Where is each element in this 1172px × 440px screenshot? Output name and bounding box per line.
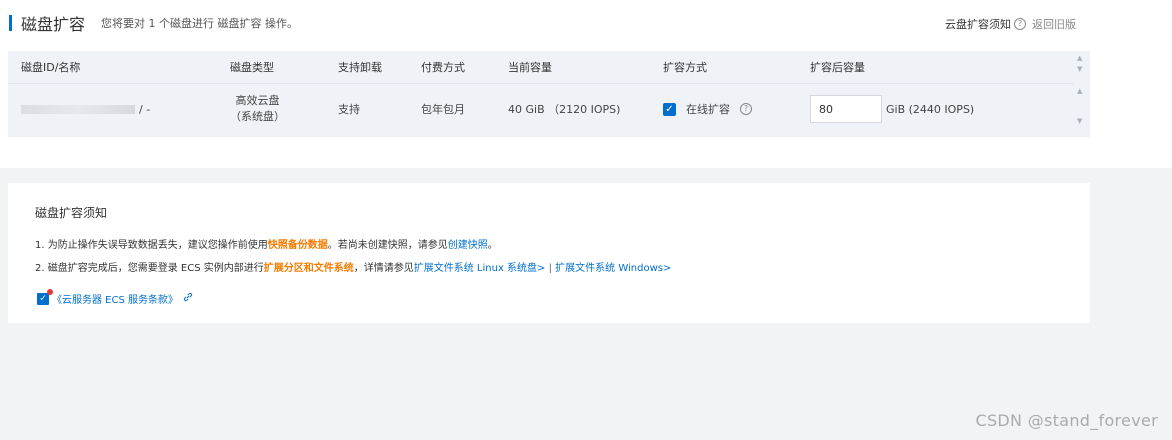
scroll-down-arrow-icon[interactable]: ▼ — [1077, 65, 1082, 73]
notice-line-2: 2. 磁盘扩容完成后，您需要登录 ECS 实例内部进行扩展分区和文件系统，详情请… — [35, 259, 671, 274]
extend-fs-windows-link[interactable]: 扩展文件系统 Windows> — [555, 263, 671, 274]
title-bar: 磁盘扩容 您将要对 1 个磁盘进行 磁盘扩容 操作。 — [9, 14, 298, 34]
column-header-detachable: 支持卸载 — [338, 61, 382, 74]
expand-method-cell: ✓ 在线扩容 ? — [663, 84, 758, 134]
column-header-disk-id: 磁盘ID/名称 — [21, 61, 81, 74]
agreement-checkbox[interactable]: ✓ — [37, 288, 53, 305]
notice-panel: 磁盘扩容须知 1. 为防止操作失误导致数据丢失，建议您操作前使用快照备份数据。若… — [8, 183, 1090, 323]
link-chain-icon[interactable] — [183, 292, 193, 305]
table-row: / - 高效云盘 （系统盘） 支持 包年包月 40 GiB （2120 IOPS… — [8, 83, 1074, 134]
notice-line-1-end: 。 — [487, 240, 498, 251]
column-header-current-capacity: 当前容量 — [508, 61, 552, 74]
online-expand-label[interactable]: 在线扩容 — [686, 101, 730, 117]
current-capacity-value: 40 GiB （2120 IOPS) — [508, 103, 621, 116]
notice-title: 磁盘扩容须知 — [35, 206, 108, 220]
disk-type: 高效云盘 — [235, 94, 280, 107]
title-accent-bar — [9, 15, 12, 31]
page-description: 您将要对 1 个磁盘进行 磁盘扩容 操作。 — [101, 17, 298, 30]
agreement-row: ✓ 《云服务器 ECS 服务条款》 — [37, 288, 193, 306]
notice-line-1-middle: 。若尚未创建快照，请参见 — [327, 240, 448, 251]
create-snapshot-link[interactable]: 创建快照 — [448, 240, 488, 251]
column-header-expand-method: 扩容方式 — [663, 61, 707, 74]
extend-partition-highlight: 扩展分区和文件系统 — [263, 263, 354, 274]
check-icon: ✓ — [39, 293, 47, 304]
disk-table: 磁盘ID/名称 磁盘类型 支持卸载 付费方式 当前容量 扩容方式 扩容后容量 /… — [8, 51, 1090, 137]
online-expand-checkbox[interactable]: ✓ — [663, 102, 676, 116]
disk-name: / - — [139, 102, 151, 116]
disk-role: （系统盘） — [230, 110, 285, 123]
help-icon[interactable]: ? — [1014, 18, 1026, 30]
notice-line-2-prefix: 2. 磁盘扩容完成后，您需要登录 ECS 实例内部进行 — [35, 263, 264, 274]
expand-notice-link[interactable]: 云盘扩容须知 — [945, 16, 1011, 32]
row-scroll-down-arrow-icon[interactable]: ▼ — [1077, 117, 1082, 125]
disk-id-cell: / - — [21, 84, 150, 134]
row-scroll-up-arrow-icon[interactable]: ▲ — [1077, 87, 1082, 95]
new-capacity-unit: GiB (2440 IOPS) — [886, 102, 975, 116]
watermark: CSDN @stand_forever — [975, 411, 1158, 430]
ecs-terms-link[interactable]: 《云服务器 ECS 服务条款》 — [52, 291, 178, 306]
header-links: 云盘扩容须知 ? 返回旧版 — [945, 16, 1076, 32]
column-header-new-capacity: 扩容后容量 — [810, 61, 865, 74]
column-header-disk-type: 磁盘类型 — [230, 61, 274, 74]
masked-disk-id — [21, 104, 135, 114]
notice-line-2-middle: ，详情请参见 — [353, 263, 414, 274]
new-capacity-cell: GiB (2440 IOPS) — [810, 84, 974, 134]
scroll-up-arrow-icon[interactable]: ▲ — [1077, 54, 1082, 62]
snapshot-backup-highlight: 快照备份数据 — [267, 240, 328, 251]
detachable-value: 支持 — [338, 103, 360, 116]
return-old-version-link[interactable]: 返回旧版 — [1032, 16, 1076, 32]
table-header: 磁盘ID/名称 磁盘类型 支持卸载 付费方式 当前容量 扩容方式 扩容后容量 — [8, 51, 1074, 83]
disk-type-cell: 高效云盘 （系统盘） — [230, 84, 285, 134]
extend-fs-linux-link[interactable]: 扩展文件系统 Linux 系统盘> — [414, 263, 546, 274]
link-chain-svg — [183, 292, 193, 302]
notice-line-1: 1. 为防止操作失误导致数据丢失，建议您操作前使用快照备份数据。若尚未创建快照，… — [35, 236, 498, 251]
payment-value: 包年包月 — [421, 103, 465, 116]
required-dot — [47, 288, 53, 295]
link-separator: | — [545, 263, 556, 274]
method-help-icon[interactable]: ? — [740, 103, 752, 115]
new-capacity-input[interactable] — [810, 95, 882, 123]
column-header-payment: 付费方式 — [421, 61, 465, 74]
table-scrollbar[interactable]: ▲ ▼ ▲ ▼ — [1074, 51, 1090, 137]
expand-disk-panel: 磁盘扩容 您将要对 1 个磁盘进行 磁盘扩容 操作。 云盘扩容须知 ? 返回旧版… — [0, 0, 1172, 168]
page-title: 磁盘扩容 — [21, 15, 86, 34]
notice-line-1-prefix: 1. 为防止操作失误导致数据丢失，建议您操作前使用 — [35, 240, 268, 251]
